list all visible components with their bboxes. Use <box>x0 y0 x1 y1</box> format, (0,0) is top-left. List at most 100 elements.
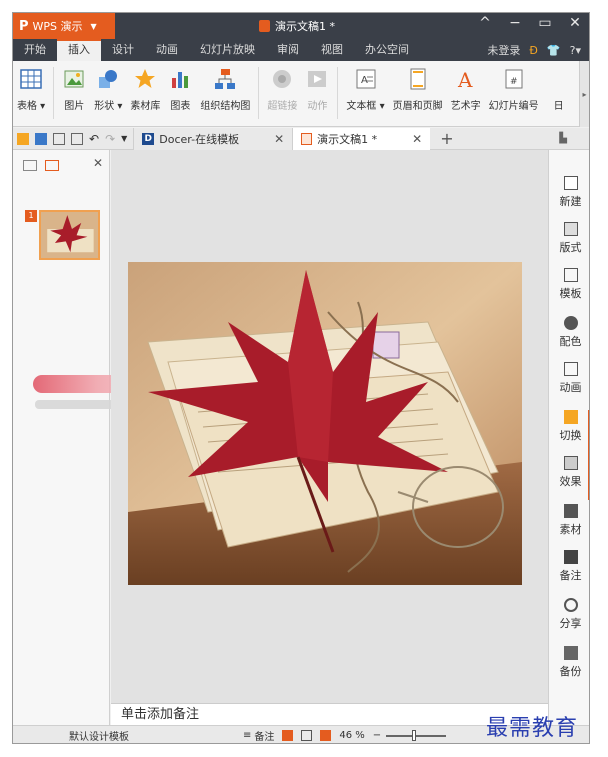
tab-office-space[interactable]: 办公空间 <box>354 39 420 61</box>
hyperlink-button[interactable]: 超链接 <box>263 67 301 126</box>
tab-design[interactable]: 设计 <box>101 39 145 61</box>
chart-label: 图表 <box>170 101 191 112</box>
material-icon <box>563 504 578 518</box>
wordart-button[interactable]: A 艺术字 <box>447 67 485 126</box>
new-slide-button[interactable]: 新建 <box>549 176 589 209</box>
task-pane-bar: 新建 版式 模板 配色 动画 切换 效果 素材 备注 分享 备份 <box>548 150 589 725</box>
wps-logo: P <box>19 18 29 34</box>
date-icon <box>547 67 571 91</box>
new-icon <box>563 176 578 190</box>
slideshow-button[interactable] <box>320 730 332 741</box>
print-icon[interactable] <box>53 132 65 145</box>
share-button[interactable]: 分享 <box>549 598 589 631</box>
material-library-button[interactable]: 素材库 <box>126 67 164 126</box>
ribbon-divider <box>337 67 339 119</box>
layout-label: 版式 <box>559 241 582 254</box>
close-tab-icon[interactable]: ✕ <box>274 132 284 146</box>
tab-docer[interactable]: D Docer-在线模板 ✕ <box>133 127 293 150</box>
help-icon[interactable]: ?▾ <box>570 44 581 57</box>
design-template-name[interactable]: 默认设计模板 <box>13 728 243 743</box>
layout-button[interactable]: 版式 <box>549 222 589 255</box>
slide-sorter-icon <box>301 730 313 741</box>
tab-review[interactable]: 审阅 <box>266 39 310 61</box>
notes-button[interactable]: 备注 <box>549 550 589 583</box>
active-indicator <box>588 410 589 500</box>
slide-canvas[interactable] <box>128 262 522 585</box>
slides-tab[interactable] <box>45 160 59 171</box>
zoom-slider-thumb[interactable] <box>411 729 416 741</box>
zoom-out-icon[interactable]: − <box>373 730 381 741</box>
layout-icon <box>563 222 578 236</box>
login-link[interactable]: 未登录 <box>487 42 520 58</box>
tab-presentation[interactable]: 演示文稿1 * ✕ <box>292 127 431 150</box>
notes-icon <box>563 550 578 564</box>
close-tab-icon[interactable]: ✕ <box>412 132 422 146</box>
tab-animation[interactable]: 动画 <box>145 39 189 61</box>
minimize-button[interactable]: − <box>507 15 523 31</box>
wps-window: P WPS 演示 ▼ 演示文稿1 * ^ − ▭ ✕ 开始 插入 设计 动画 幻… <box>12 12 590 744</box>
collapse-ribbon-button[interactable]: ^ <box>477 15 493 31</box>
redo-icon[interactable]: ↷ <box>105 132 115 146</box>
shape-button[interactable]: 形状 ▾ <box>90 67 126 126</box>
ribbon-scroll-button[interactable]: ▸ <box>579 61 589 127</box>
insert-ribbon: 表格 ▾ 图片 形状 ▾ 素材库 图表 组织结构图 超链接 动作 A 文本框 ▾… <box>13 61 589 127</box>
org-chart-button[interactable]: 组织结构图 <box>196 67 254 126</box>
transition-button[interactable]: 切换 <box>549 410 589 443</box>
backup-icon <box>563 646 578 660</box>
window-controls: ^ − ▭ ✕ <box>477 15 583 31</box>
outline-tab[interactable] <box>23 160 37 171</box>
header-footer-label: 页眉和页脚 <box>392 101 443 112</box>
skin-icon[interactable]: Ð <box>529 44 538 57</box>
color-scheme-icon <box>563 316 578 330</box>
zoom-slider[interactable] <box>386 729 447 741</box>
textbox-button[interactable]: A 文本框 ▾ <box>342 67 388 126</box>
table-button[interactable]: 表格 ▾ <box>13 67 49 126</box>
color-scheme-button[interactable]: 配色 <box>549 316 589 349</box>
tab-docer-label: Docer-在线模板 <box>159 132 240 146</box>
date-button[interactable]: 日 <box>543 67 575 126</box>
action-button[interactable]: 动作 <box>301 67 333 126</box>
wordart-icon: A <box>454 67 478 91</box>
tab-slideshow[interactable]: 幻灯片放映 <box>189 39 266 61</box>
close-button[interactable]: ✕ <box>567 15 583 31</box>
notes-toggle[interactable]: ≡ 备注 <box>243 728 274 743</box>
transition-label: 切换 <box>559 429 582 442</box>
slide-thumbnail[interactable] <box>39 210 100 260</box>
tab-insert[interactable]: 插入 <box>57 39 101 61</box>
backup-button[interactable]: 备份 <box>549 646 589 679</box>
close-panel-icon[interactable]: ✕ <box>93 156 103 170</box>
new-label: 新建 <box>559 195 582 208</box>
header-footer-button[interactable]: 页眉和页脚 <box>389 67 447 126</box>
maximize-button[interactable]: ▭ <box>537 15 553 31</box>
hyperlink-label: 超链接 <box>267 101 298 112</box>
print-preview-icon[interactable] <box>71 132 83 145</box>
open-icon[interactable] <box>17 132 29 145</box>
shirt-icon[interactable]: 👕 <box>547 44 561 57</box>
table-label: 表格 ▾ <box>17 101 46 112</box>
slide-number-button[interactable]: # 幻灯片编号 <box>485 67 543 126</box>
effect-button[interactable]: 效果 <box>549 456 589 489</box>
new-tab-icon[interactable]: + <box>430 129 463 148</box>
chart-button[interactable]: 图表 <box>164 67 196 126</box>
normal-view-button[interactable] <box>282 730 294 741</box>
animation-button[interactable]: 动画 <box>549 362 589 395</box>
slide-sorter-button[interactable] <box>301 730 313 741</box>
ribbon-divider <box>53 67 55 119</box>
template-button[interactable]: 模板 <box>549 268 589 301</box>
tab-view[interactable]: 视图 <box>310 39 354 61</box>
wordart-label: 艺术字 <box>450 101 481 112</box>
undo-icon[interactable]: ↶ <box>89 132 99 146</box>
picture-button[interactable]: 图片 <box>58 67 90 126</box>
table-icon <box>19 67 43 91</box>
tab-home[interactable]: 开始 <box>13 39 57 61</box>
save-icon[interactable] <box>35 132 47 145</box>
notes-field[interactable]: 单击添加备注 <box>111 703 548 725</box>
share-label: 分享 <box>559 617 582 630</box>
template-label: 模板 <box>559 287 582 300</box>
wps-menu-button[interactable]: P WPS 演示 ▼ <box>13 13 115 39</box>
tab-menu-icon[interactable]: ▙ <box>559 133 589 144</box>
customize-toolbar-icon[interactable]: ▼ <box>121 134 127 143</box>
material-button[interactable]: 素材 <box>549 504 589 537</box>
menu-bar: 开始 插入 设计 动画 幻灯片放映 审阅 视图 办公空间 未登录 Ð 👕 ?▾ <box>13 39 589 61</box>
tab-presentation-label: 演示文稿1 * <box>317 132 378 146</box>
